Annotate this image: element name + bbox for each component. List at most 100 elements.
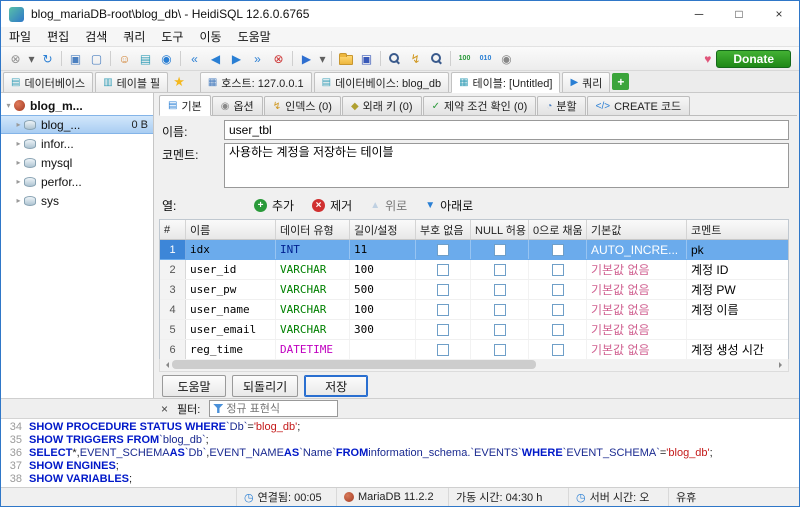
refresh-icon[interactable]: ↻: [37, 49, 58, 69]
title-bar[interactable]: blog_mariaDB-root\blog_db\ - HeidiSQL 12…: [1, 1, 799, 27]
table-name-input[interactable]: [224, 120, 789, 140]
quick-filter-icon[interactable]: ↯: [405, 49, 426, 69]
tree-item-1[interactable]: ▾ blog_m...: [1, 96, 153, 115]
menu-item-5[interactable]: 도구: [153, 27, 191, 46]
tree-item-5[interactable]: ▸ perfor...: [1, 172, 153, 191]
stop-icon[interactable]: ⊗: [268, 49, 289, 69]
add-column-button[interactable]: + 추가: [254, 197, 294, 214]
allow-null-checkbox[interactable]: [493, 303, 506, 316]
allow-null-checkbox[interactable]: [493, 243, 506, 256]
column-header-7[interactable]: 0으로 채움: [529, 220, 587, 239]
tree-caret-icon[interactable]: ▸: [13, 196, 24, 205]
column-header-9[interactable]: 코멘트: [687, 220, 788, 239]
tab-query[interactable]: ▶ 쿼리: [562, 72, 611, 92]
user-manager-icon[interactable]: ☺: [114, 49, 135, 69]
grid-hscrollbar[interactable]: [159, 359, 789, 372]
menu-item-7[interactable]: 도움말: [230, 27, 279, 46]
menu-item-6[interactable]: 이동: [191, 27, 229, 46]
connect-caret-icon[interactable]: ▾: [26, 49, 37, 69]
column-header-8[interactable]: 기본값: [587, 220, 687, 239]
menu-item-4[interactable]: 쿼리: [115, 27, 153, 46]
left-tab-database-tree[interactable]: ▤ 데이터베이스: [3, 72, 94, 92]
menu-item-2[interactable]: 편집: [39, 27, 77, 46]
move-down-button[interactable]: ▼ 아래로: [425, 197, 473, 214]
favorites-star-icon[interactable]: ★: [170, 74, 188, 90]
zerofill-checkbox[interactable]: [551, 303, 564, 316]
unsigned-checkbox[interactable]: [437, 323, 449, 336]
column-row[interactable]: 3 user_pw VARCHAR 500 기본값 없음 계정 PW: [160, 280, 788, 300]
editor-tab-3[interactable]: ↯ 인덱스 (0): [263, 96, 341, 115]
last-record-icon[interactable]: »: [247, 49, 268, 69]
unsigned-checkbox[interactable]: [437, 243, 449, 256]
column-header-4[interactable]: 길이/설정: [350, 220, 416, 239]
column-row[interactable]: 1 idx INT 11 AUTO_INCRE... pk: [160, 240, 788, 260]
disconnect-icon[interactable]: ⊗: [5, 49, 26, 69]
remove-column-button[interactable]: × 제거: [312, 197, 352, 214]
server-info-icon[interactable]: ◉: [156, 49, 177, 69]
preferences-icon[interactable]: ◉: [496, 49, 517, 69]
editor-tab-2[interactable]: ◉ 옵션: [211, 96, 263, 115]
save-button[interactable]: 저장: [304, 375, 369, 397]
help-button[interactable]: 도움말: [162, 375, 226, 397]
tree-item-3[interactable]: ▸ infor...: [1, 134, 153, 153]
tree-item-4[interactable]: ▸ mysql: [1, 153, 153, 172]
tree-caret-icon[interactable]: ▸: [13, 139, 24, 148]
allow-null-checkbox[interactable]: [493, 263, 506, 276]
editor-tab-6[interactable]: ◔ 분할: [537, 96, 586, 115]
tab-database[interactable]: ▤ 데이터베이스: blog_db: [313, 72, 450, 92]
save-icon[interactable]: ▣: [356, 49, 377, 69]
new-query-tab-button[interactable]: +: [612, 73, 630, 90]
column-header-6[interactable]: NULL 허용: [471, 220, 529, 239]
find-replace-icon[interactable]: [426, 49, 447, 69]
new-window-icon[interactable]: ▢: [86, 49, 107, 69]
zerofill-checkbox[interactable]: [551, 343, 564, 356]
zerofill-checkbox[interactable]: [551, 283, 564, 296]
maximize-button[interactable]: □: [719, 1, 759, 27]
table-comment-input[interactable]: 사용하는 계정을 저장하는 테이블: [224, 143, 789, 188]
tree-caret-icon[interactable]: ▸: [13, 120, 24, 129]
unsigned-checkbox[interactable]: [437, 303, 449, 316]
zerofill-checkbox[interactable]: [551, 323, 564, 336]
sql-log[interactable]: 34 SHOW PROCEDURE STATUS WHERE `Db` ='blog…: [1, 418, 799, 487]
close-button[interactable]: ×: [759, 1, 799, 27]
editor-tab-4[interactable]: ◆ 외래 키 (0): [341, 96, 422, 115]
column-row[interactable]: 6 reg_time DATETIME 기본값 없음 계정 생성 시간: [160, 340, 788, 360]
editor-tab-1[interactable]: ▤ 기본: [159, 95, 211, 116]
database-manager-icon[interactable]: ▤: [135, 49, 156, 69]
revert-button[interactable]: 되돌리기: [232, 375, 299, 397]
prev-record-icon[interactable]: ◀: [205, 49, 226, 69]
column-header-2[interactable]: 이름: [186, 220, 276, 239]
zerofill-checkbox[interactable]: [551, 263, 564, 276]
tree-caret-icon[interactable]: ▾: [3, 101, 14, 110]
column-header-3[interactable]: 데이터 유형: [276, 220, 350, 239]
binary-100-icon[interactable]: 100: [454, 49, 475, 69]
unsigned-checkbox[interactable]: [437, 343, 449, 356]
run-query-icon[interactable]: ▶: [296, 49, 317, 69]
filter-input[interactable]: [226, 401, 335, 416]
tree-item-6[interactable]: ▸ sys: [1, 191, 153, 210]
open-file-icon[interactable]: [335, 49, 356, 69]
column-header-5[interactable]: 부호 없음: [416, 220, 471, 239]
session-manager-icon[interactable]: ▣: [65, 49, 86, 69]
left-tab-table-filter[interactable]: ▥ 테이블 필: [95, 72, 169, 92]
column-row[interactable]: 2 user_id VARCHAR 100 기본값 없음 계정 ID: [160, 260, 788, 280]
tab-table[interactable]: ▦ 테이블: [Untitled]: [451, 72, 561, 93]
tree-caret-icon[interactable]: ▸: [13, 177, 24, 186]
unsigned-checkbox[interactable]: [437, 263, 449, 276]
menu-item-3[interactable]: 검색: [77, 27, 115, 46]
run-caret-icon[interactable]: ▾: [317, 49, 328, 69]
column-row[interactable]: 5 user_email VARCHAR 300 기본값 없음: [160, 320, 788, 340]
search-icon[interactable]: [384, 49, 405, 69]
allow-null-checkbox[interactable]: [493, 343, 506, 356]
tab-host[interactable]: ▦ 호스트: 127.0.0.1: [199, 72, 312, 92]
minimize-button[interactable]: ─: [679, 1, 719, 27]
editor-tab-5[interactable]: ✓ 제약 조건 확인 (0): [422, 96, 537, 115]
binary-010-icon[interactable]: 010: [475, 49, 496, 69]
allow-null-checkbox[interactable]: [493, 323, 506, 336]
zerofill-checkbox[interactable]: [551, 243, 564, 256]
scrollbar-thumb[interactable]: [172, 360, 537, 369]
editor-tab-7[interactable]: </> CREATE 코드: [586, 96, 691, 115]
donate-button[interactable]: Donate: [716, 49, 791, 68]
next-record-icon[interactable]: ▶: [226, 49, 247, 69]
column-header-1[interactable]: #: [160, 220, 186, 239]
